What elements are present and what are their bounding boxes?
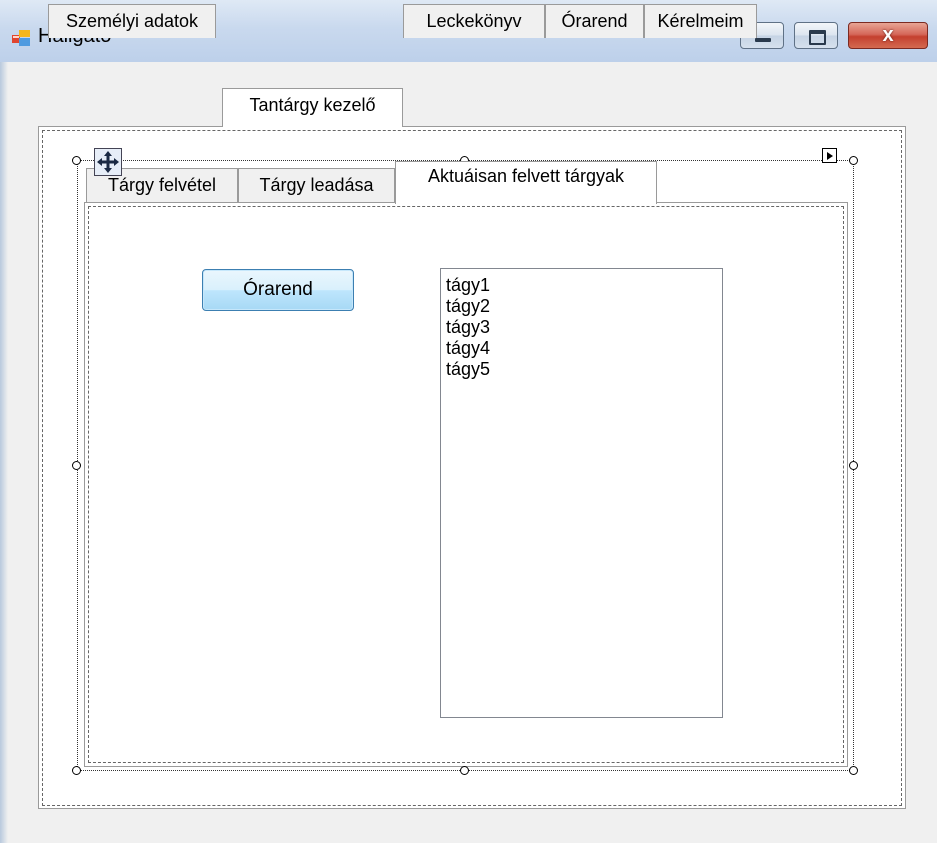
tab-label: Kérelmeim xyxy=(657,11,744,31)
list-item[interactable]: tágy1 xyxy=(446,275,722,296)
resize-handle[interactable] xyxy=(72,461,81,470)
tab-label: Órarend xyxy=(561,11,628,31)
tab-szemelyi-adatok[interactable]: Személyi adatok xyxy=(48,4,216,38)
move-handle-icon[interactable] xyxy=(94,148,122,176)
tab-tantargy-kezelo[interactable]: Tantárgy kezelő xyxy=(222,88,403,127)
maximize-button[interactable] xyxy=(794,22,838,49)
list-item[interactable]: tágy2 xyxy=(446,296,722,317)
tab-aktualisan-felvett-targyak[interactable]: Aktuáisan felvett tárgyak xyxy=(395,161,657,204)
app-window-icon xyxy=(12,30,30,46)
close-icon: x xyxy=(882,24,894,46)
tab-label: Aktuáisan felvett tárgyak xyxy=(427,166,625,186)
maximize-icon xyxy=(809,30,826,45)
subjects-listbox[interactable]: tágy1 tágy2 tágy3 tágy4 tágy5 xyxy=(440,268,723,718)
application-window: Hallgató x Személyi adatok Tantárgy keze… xyxy=(0,0,937,843)
resize-handle[interactable] xyxy=(849,156,858,165)
tab-leckekonyv[interactable]: Leckekönyv xyxy=(403,4,545,38)
minimize-icon xyxy=(755,38,771,42)
tab-kerelmeim[interactable]: Kérelmeim xyxy=(644,4,757,38)
tab-label: Leckekönyv xyxy=(426,11,522,31)
resize-handle[interactable] xyxy=(460,766,469,775)
smart-tag-arrow-icon[interactable] xyxy=(822,148,837,163)
list-item[interactable]: tágy5 xyxy=(446,359,722,380)
list-item[interactable]: tágy4 xyxy=(446,338,722,359)
resize-handle[interactable] xyxy=(849,766,858,775)
tab-label: Tantárgy kezelő xyxy=(249,95,376,115)
tab-label: Személyi adatok xyxy=(65,11,199,31)
timetable-button[interactable]: Órarend xyxy=(202,269,354,311)
resize-handle[interactable] xyxy=(72,766,81,775)
window-left-edge xyxy=(0,62,8,843)
resize-handle[interactable] xyxy=(72,156,81,165)
tab-orarend[interactable]: Órarend xyxy=(545,4,644,38)
close-button[interactable]: x xyxy=(848,22,928,49)
resize-handle[interactable] xyxy=(849,461,858,470)
list-item[interactable]: tágy3 xyxy=(446,317,722,338)
